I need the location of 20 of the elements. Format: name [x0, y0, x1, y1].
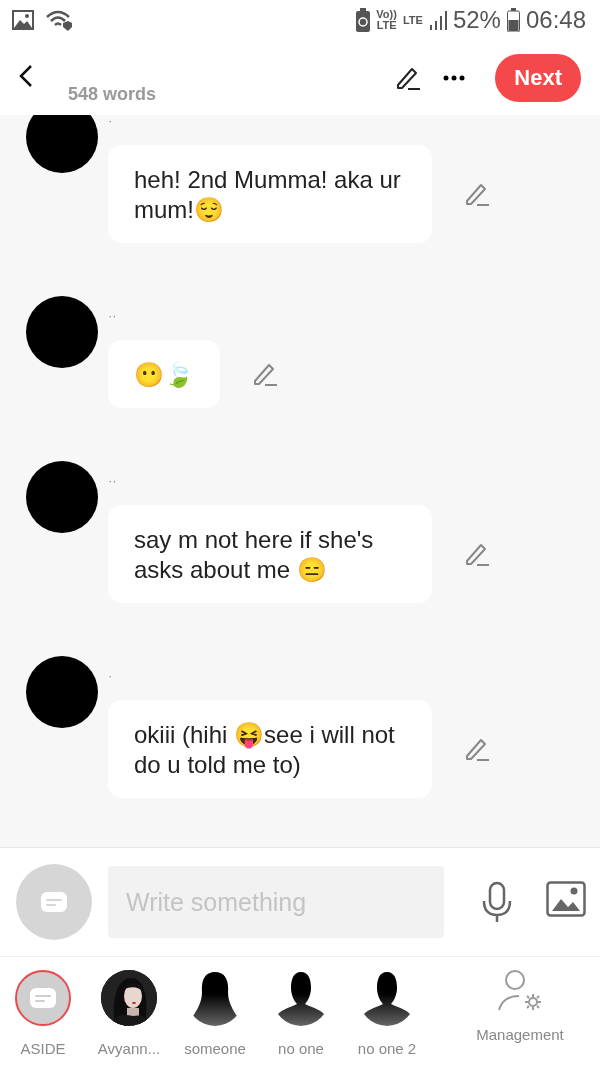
character-name: no one 2 [357, 1040, 417, 1057]
sender-name: · [108, 115, 114, 130]
character-name: Avyann... [97, 1040, 161, 1057]
sender-name: · [108, 668, 114, 685]
character-name: ASIDE [20, 1040, 66, 1057]
sender-name: ·· [108, 473, 118, 490]
message-bubble: okiii (hihi 😝see i will not do u told me to) [108, 700, 432, 798]
battery-percent: 52% [452, 6, 501, 34]
message-bubble: say m not here if she's asks about me 😑 [108, 505, 432, 603]
lte-label: LTE [402, 14, 423, 26]
volte-label: Vo)) LTE [376, 9, 397, 31]
message-bubble: heh! 2nd Mumma! aka ur mum!😌 [108, 145, 432, 243]
sender-name: ·· [108, 308, 118, 325]
next-button[interactable]: Next [495, 54, 581, 102]
character-name: someone [184, 1040, 246, 1057]
word-count: 548 words [68, 84, 158, 105]
character-name: no one [278, 1040, 324, 1057]
management-button[interactable]: Management [450, 957, 590, 1067]
clock: 06:48 [525, 6, 586, 34]
message-bubble: 😶🍃 [108, 340, 220, 408]
